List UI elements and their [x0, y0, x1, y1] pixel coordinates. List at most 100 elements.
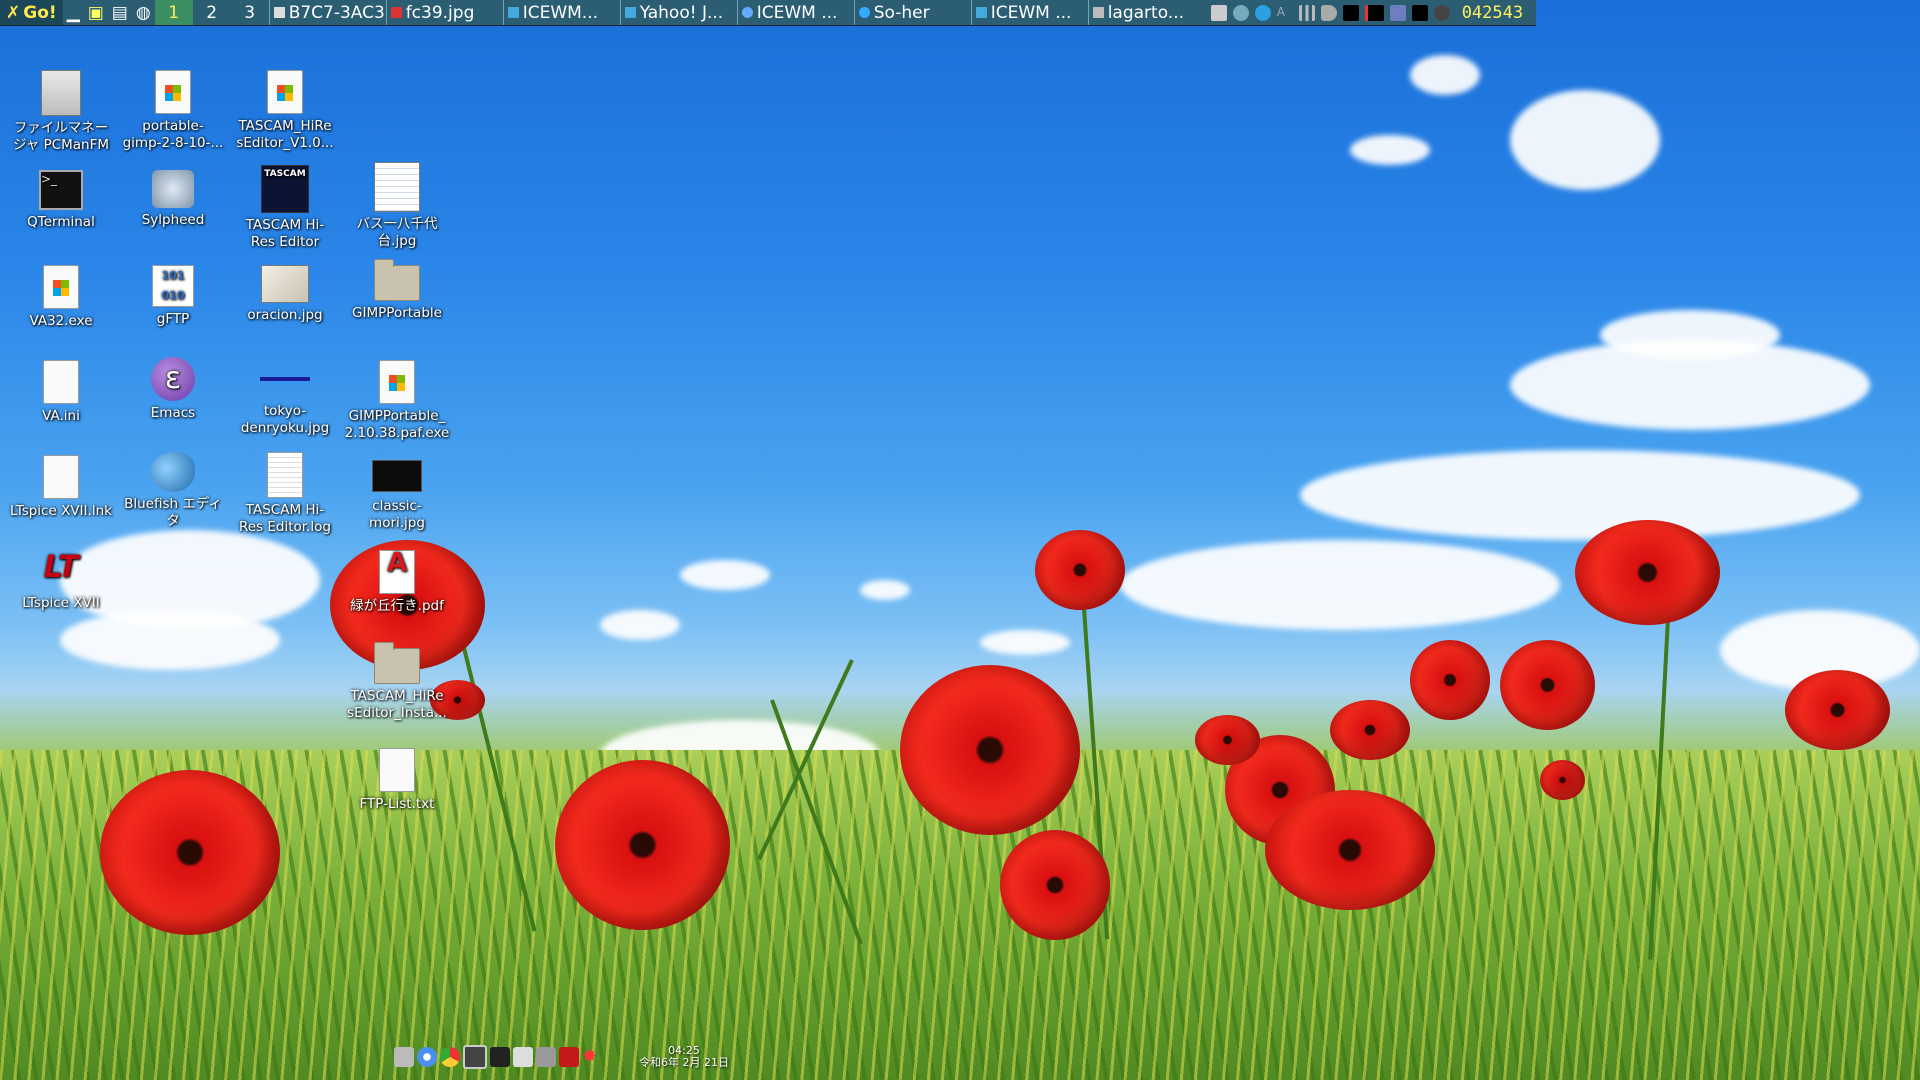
task-label: So-her — [873, 2, 930, 23]
windows-exe-icon — [43, 265, 79, 309]
task-button[interactable]: ICEWM... — [502, 0, 620, 25]
desktop-icon-ltspice-lnk[interactable]: LTspice XVII.lnk — [5, 455, 117, 520]
keyboard-icon[interactable] — [513, 1047, 533, 1067]
desktop-icon-ltspice[interactable]: LT LTspice XVII — [5, 545, 117, 612]
icon-label: TASCAM_HiRe sEditor_Insta... — [347, 688, 447, 721]
image-file-icon — [261, 265, 309, 303]
tascam-icon: TASCAM — [261, 165, 309, 213]
globe-icon: ◍ — [135, 2, 151, 23]
memory-monitor-icon[interactable] — [1364, 4, 1384, 21]
windows-exe-icon — [155, 70, 191, 114]
terminal-launcher[interactable]: ▤ — [108, 0, 132, 25]
workspace-pager-icon[interactable] — [1389, 4, 1406, 21]
icon-label: tokyo- denryoku.jpg — [240, 403, 330, 436]
windows-icon: ▣ — [87, 2, 104, 23]
task-button[interactable]: B7C7-3AC3 — [268, 0, 386, 25]
gftp-icon: 101 010 — [152, 265, 194, 307]
input-method-icon[interactable]: A — [1277, 5, 1293, 21]
desktop-icon-va32-exe[interactable]: VA32.exe — [5, 265, 117, 330]
desktop-icon-tascam-installer-folder[interactable]: TASCAM_HiRe sEditor_Insta... — [341, 642, 453, 722]
task-button[interactable]: ICEWM ... — [736, 0, 854, 25]
task-label: ICEWM... — [522, 2, 599, 23]
emacs-icon: ε — [151, 357, 195, 401]
icewm-icon — [624, 7, 636, 18]
desktop-icon-gimpportable-folder[interactable]: GIMPPortable — [341, 259, 453, 322]
icon-label: portable- gimp-2-8-10-... — [122, 118, 224, 151]
calculator-icon[interactable] — [536, 1047, 556, 1067]
workspace-2[interactable]: 2 — [193, 0, 231, 25]
desktop-icon-sylpheed[interactable]: Sylpheed — [117, 170, 229, 229]
task-label: Yahoo! J... — [639, 2, 724, 23]
task-button[interactable]: So-her — [853, 0, 971, 25]
chromium-icon — [741, 7, 753, 18]
desktop-icon-bus-yachiyodai-jpg[interactable]: バス一八千代 台.jpg — [341, 162, 453, 250]
task-button[interactable]: Yahoo! J... — [619, 0, 737, 25]
icon-label: classic- mori.jpg — [369, 498, 425, 531]
system-tray: A — [1205, 0, 1456, 25]
folder-icon — [374, 642, 420, 684]
cpu-monitor-icon[interactable] — [1342, 4, 1359, 21]
desktop-icon-ftp-list-txt[interactable]: FTP-List.txt — [341, 748, 453, 813]
desktop-icon-bluefish[interactable]: Bluefish エディ タ — [117, 452, 229, 530]
start-menu-button[interactable]: ✗ Go! — [0, 0, 63, 25]
desktop-icon-portable-gimp[interactable]: portable- gimp-2-8-10-... — [117, 70, 229, 152]
desktop-icon-va-ini[interactable]: VA.ini — [5, 360, 117, 425]
workspace-1[interactable]: 1 — [154, 0, 193, 25]
task-button[interactable]: ICEWM ... — [970, 0, 1088, 25]
network-icon[interactable] — [1298, 4, 1315, 21]
mail-check-icon[interactable] — [1433, 4, 1450, 21]
minimize-icon: ▁ — [66, 2, 80, 23]
maple-leaf-icon[interactable]: ✸ — [582, 1047, 602, 1067]
drive-icon[interactable] — [394, 1047, 414, 1067]
chromium-icon[interactable] — [417, 1047, 437, 1067]
taskbar-clock[interactable]: 042543 — [1456, 3, 1529, 23]
desktop-icon-pcmanfm[interactable]: ファイルマネー ジャ PCManFM — [5, 70, 117, 154]
desktop-icon-tascam-hires-editor-exe[interactable]: TASCAM_HiRe sEditor_V1.0... — [229, 70, 341, 152]
bluefish-icon — [151, 452, 195, 492]
browser-launcher[interactable]: ◍ — [132, 0, 155, 25]
task-label: fc39.jpg — [405, 2, 475, 23]
net-monitor-icon[interactable] — [1411, 4, 1428, 21]
desktop-icon-tokyo-denryoku-jpg[interactable]: tokyo- denryoku.jpg — [229, 357, 341, 437]
workspace-3[interactable]: 3 — [231, 0, 269, 25]
dock-clock-date: 令和6年 2月 21日 — [639, 1056, 729, 1069]
screenshot-icon[interactable] — [463, 1045, 487, 1069]
chrome-icon[interactable] — [440, 1047, 460, 1067]
icon-label: ファイルマネー ジャ PCManFM — [12, 120, 110, 153]
moon-icon[interactable] — [1232, 4, 1249, 21]
mail-icon[interactable] — [1210, 4, 1227, 21]
task-button[interactable]: lagarto... — [1087, 0, 1205, 25]
icon-label: バス一八千代 台.jpg — [356, 216, 438, 249]
desktop-icon-tascam-log[interactable]: TASCAM Hi- Res Editor.log — [229, 452, 341, 536]
terminal-icon: >_ — [39, 170, 83, 210]
dock-clock[interactable]: 04:25 令和6年 2月 21日 — [639, 1045, 729, 1069]
image-file-icon — [374, 162, 420, 212]
volume-icon[interactable] — [1320, 4, 1337, 21]
terminal-icon[interactable] — [490, 1047, 510, 1067]
desktop-icon-gimpportable-paf-exe[interactable]: GIMPPortable_ 2.10.38.paf.exe — [341, 360, 453, 442]
desktop-icon-gftp[interactable]: 101 010 gFTP — [117, 265, 229, 328]
desktop-icon-oracion-jpg[interactable]: oracion.jpg — [229, 265, 341, 324]
folder-icon — [374, 259, 420, 301]
icon-label: VA.ini — [42, 408, 80, 424]
image-file-icon — [260, 377, 310, 381]
image-file-icon — [372, 460, 422, 492]
telegram-tray-icon[interactable] — [1254, 4, 1271, 21]
desktop-wallpaper — [0, 0, 1920, 1080]
task-label: ICEWM ... — [990, 2, 1072, 23]
icon-label: Bluefish エディ タ — [124, 496, 222, 529]
desktop-icon-emacs[interactable]: ε Emacs — [117, 357, 229, 422]
icon-label: gFTP — [156, 311, 190, 327]
desktop-icon-midorigaoka-pdf[interactable]: 緑が丘行き.pdf — [341, 550, 453, 615]
browser-icon — [1092, 7, 1104, 18]
start-label: Go! — [23, 2, 57, 23]
window-list-button[interactable]: ▣ — [84, 0, 108, 25]
task-button[interactable]: fc39.jpg — [385, 0, 503, 25]
task-label: B7C7-3AC3 — [288, 2, 385, 23]
icewm-icon — [507, 7, 519, 18]
filezilla-icon[interactable] — [559, 1047, 579, 1067]
show-desktop-button[interactable]: ▁ — [63, 0, 84, 25]
desktop-icon-classic-mori-jpg[interactable]: classic- mori.jpg — [341, 452, 453, 532]
desktop-icon-qterminal[interactable]: >_ QTerminal — [5, 170, 117, 231]
desktop-icon-tascam-hires-editor[interactable]: TASCAM TASCAM Hi- Res Editor — [229, 165, 341, 251]
